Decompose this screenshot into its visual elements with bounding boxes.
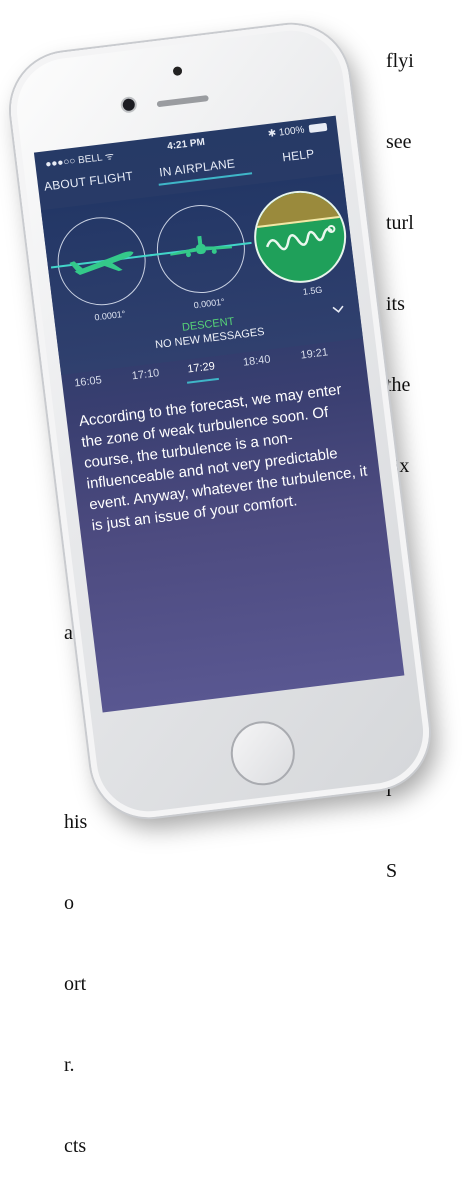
tab-help[interactable]: HELP bbox=[281, 147, 315, 165]
background-line: cts bbox=[64, 1135, 87, 1157]
app-screen: ●●●○○ BELL ᯤ 4:21 PM ✱ 100% ABOUT FLIGHT… bbox=[33, 115, 405, 713]
background-line: r. bbox=[64, 1054, 75, 1076]
background-line: S bbox=[386, 860, 398, 882]
g-force-gauge[interactable] bbox=[248, 185, 352, 289]
battery-icon bbox=[308, 122, 328, 133]
airplane-side-icon bbox=[69, 251, 134, 276]
timeline-item-selected[interactable]: 17:29 bbox=[187, 360, 216, 375]
g-force-value: 1.5G bbox=[302, 284, 323, 297]
roll-value: 0.0001° bbox=[193, 296, 226, 311]
tab-about-flight[interactable]: ABOUT FLIGHT bbox=[43, 169, 134, 194]
background-line: see bbox=[386, 131, 412, 153]
airplane-front-icon bbox=[170, 235, 233, 258]
timeline-item[interactable]: 16:05 bbox=[74, 374, 103, 389]
forecast-message: According to the forecast, we may enter … bbox=[77, 381, 369, 535]
background-line: flyi bbox=[386, 50, 414, 72]
background-line: ort bbox=[64, 973, 87, 995]
roll-gauge[interactable] bbox=[150, 200, 252, 299]
timeline-item[interactable]: 17:10 bbox=[131, 367, 160, 382]
background-line: its bbox=[386, 293, 405, 315]
chevron-down-icon[interactable] bbox=[331, 302, 347, 318]
battery-percent: 100% bbox=[278, 124, 306, 139]
background-line: his bbox=[64, 811, 88, 833]
pitch-value: 0.0001° bbox=[93, 308, 126, 323]
pitch-gauge[interactable] bbox=[50, 212, 153, 311]
front-camera-icon bbox=[122, 98, 136, 112]
turbulence-wave-icon bbox=[265, 224, 336, 251]
background-line: o bbox=[64, 892, 74, 914]
bluetooth-icon: ✱ bbox=[267, 128, 277, 140]
background-line: the bbox=[386, 374, 411, 396]
home-button[interactable] bbox=[227, 717, 299, 789]
background-line: turl bbox=[386, 212, 414, 234]
status-right: ✱ 100% bbox=[267, 122, 328, 140]
speaker-grille bbox=[156, 95, 209, 108]
timeline-item[interactable]: 19:21 bbox=[300, 346, 329, 361]
camera-icon bbox=[172, 66, 183, 77]
timeline-selection-indicator bbox=[186, 377, 219, 384]
timeline-item[interactable]: 18:40 bbox=[242, 353, 271, 368]
